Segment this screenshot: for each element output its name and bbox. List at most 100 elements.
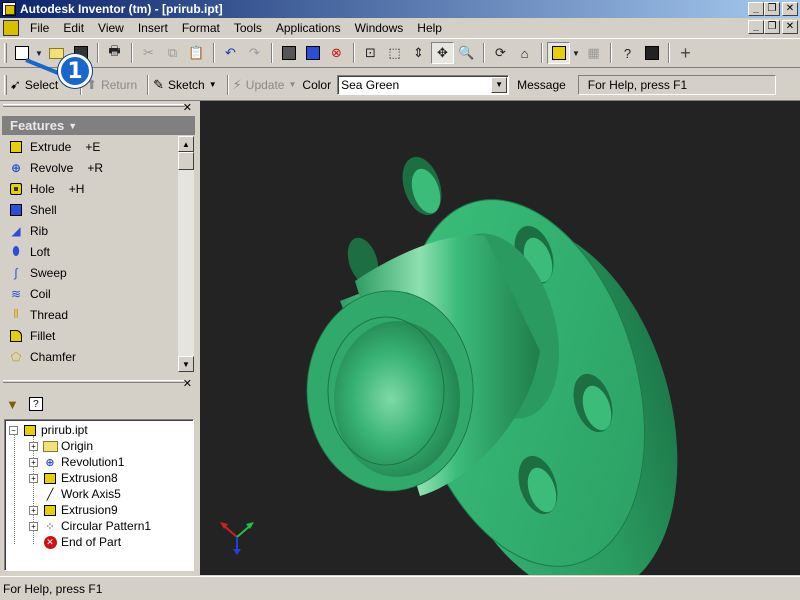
- panel-grip[interactable]: [3, 380, 185, 383]
- print-icon[interactable]: 🖶: [103, 42, 126, 64]
- camera-icon[interactable]: ▦: [582, 42, 605, 64]
- pan-icon[interactable]: ✥: [431, 42, 454, 64]
- feature-sweep[interactable]: ∫ Sweep: [2, 262, 178, 283]
- graphics-viewport[interactable]: [200, 101, 800, 575]
- expand-icon[interactable]: +: [29, 441, 38, 451]
- panel-grip[interactable]: [3, 104, 185, 107]
- look-at-icon[interactable]: ⌂: [513, 42, 536, 64]
- tree-node-work-axis5[interactable]: ╱ Work Axis5: [42, 486, 121, 502]
- tree-node-revolution1[interactable]: + ⊕ Revolution1: [29, 454, 124, 470]
- return-label: Return: [101, 77, 138, 92]
- chevron-down-icon[interactable]: ▼: [491, 76, 508, 93]
- feature-loft[interactable]: ⬮ Loft: [2, 241, 178, 262]
- minimize-icon[interactable]: _: [748, 2, 764, 16]
- toolbar-grip[interactable]: [4, 74, 7, 95]
- features-title: Features: [10, 118, 65, 133]
- chevron-down-icon[interactable]: ▼: [209, 80, 217, 89]
- toolbar-separator: [131, 43, 133, 63]
- features-header[interactable]: Features ▼: [2, 116, 195, 135]
- feature-shell[interactable]: Shell: [2, 199, 178, 220]
- expand-icon[interactable]: +: [29, 473, 38, 483]
- document-icon[interactable]: [3, 20, 19, 36]
- scroll-down-icon[interactable]: ▼: [178, 356, 194, 372]
- revolve-icon: ⊕: [45, 456, 55, 469]
- menu-edit[interactable]: Edit: [56, 21, 91, 35]
- coil-icon: ≋: [10, 286, 22, 301]
- cut-icon[interactable]: ✂: [137, 42, 160, 64]
- title-bar: Autodesk Inventor (tm) - [prirub.ipt] _ …: [0, 0, 800, 18]
- features-scrollbar[interactable]: ▲ ▼: [178, 136, 194, 372]
- restore-icon[interactable]: ❐: [764, 2, 780, 16]
- model-tree: − prirub.ipt + Origin + ⊕ Revolution1 + …: [4, 419, 194, 571]
- doc-close-icon[interactable]: ✕: [782, 20, 798, 34]
- scroll-up-icon[interactable]: ▲: [178, 136, 194, 152]
- tree-node-extrusion8[interactable]: + Extrusion8: [29, 470, 118, 486]
- display-dropdown-icon[interactable]: ▼: [571, 42, 581, 64]
- fillet-icon: [8, 328, 24, 344]
- menu-windows[interactable]: Windows: [348, 21, 411, 35]
- menu-view[interactable]: View: [91, 21, 131, 35]
- feature-chamfer[interactable]: ⬠ Chamfer: [2, 346, 178, 367]
- zoom-all-icon[interactable]: ⊡: [359, 42, 382, 64]
- feature-thread[interactable]: ⦀ Thread: [2, 304, 178, 325]
- scroll-thumb[interactable]: [178, 152, 194, 170]
- expand-icon[interactable]: +: [29, 457, 38, 467]
- browser-panel: ✕ ▼ ? − prirub.ipt + Origin + ⊕ Revoluti…: [0, 377, 198, 575]
- paste-icon[interactable]: 📋: [185, 42, 208, 64]
- feature-extrude[interactable]: Extrude +E: [2, 136, 178, 157]
- chevron-down-icon[interactable]: ▼: [288, 80, 296, 89]
- info-icon[interactable]: [640, 42, 663, 64]
- rotate-icon[interactable]: ⟳: [489, 42, 512, 64]
- return-button[interactable]: ⬆ Return: [86, 77, 137, 93]
- menu-applications[interactable]: Applications: [269, 21, 348, 35]
- feature-revolve[interactable]: ⊕ Revolve +R: [2, 157, 178, 178]
- collapse-icon[interactable]: −: [9, 425, 18, 435]
- add-icon[interactable]: +: [674, 42, 697, 64]
- zoom-icon[interactable]: ⇕: [407, 42, 430, 64]
- menu-format[interactable]: Format: [175, 21, 227, 35]
- toolbar-grip[interactable]: [4, 43, 7, 63]
- menu-bar: File Edit View Insert Format Tools Appli…: [0, 18, 800, 38]
- expand-icon[interactable]: +: [29, 505, 38, 515]
- feature-coil[interactable]: ≋ Coil: [2, 283, 178, 304]
- help-icon[interactable]: ?: [28, 397, 43, 411]
- update-button[interactable]: ⚡ Update ▼: [233, 77, 297, 93]
- feature-fillet[interactable]: Fillet: [2, 325, 178, 346]
- tree-node-end-of-part[interactable]: ✕ End of Part: [42, 534, 121, 550]
- feature-rib[interactable]: ◢ Rib: [2, 220, 178, 241]
- folder-icon: [42, 439, 58, 453]
- menu-help[interactable]: Help: [410, 21, 449, 35]
- tree-node-origin[interactable]: + Origin: [29, 438, 93, 454]
- status-bar: For Help, press F1: [0, 576, 800, 600]
- menu-tools[interactable]: Tools: [227, 21, 269, 35]
- toolbar-separator: [213, 43, 215, 63]
- undo-icon[interactable]: ↶: [219, 42, 242, 64]
- doc-minimize-icon[interactable]: _: [748, 20, 764, 34]
- help-icon[interactable]: ?: [616, 42, 639, 64]
- tree-node-circular-pattern1[interactable]: + ⁘ Circular Pattern1: [29, 518, 151, 534]
- stop-icon[interactable]: ⊗: [325, 42, 348, 64]
- copy-icon[interactable]: ⧉: [161, 42, 184, 64]
- close-icon[interactable]: ✕: [782, 2, 798, 16]
- expand-icon[interactable]: +: [29, 521, 38, 531]
- menu-insert[interactable]: Insert: [131, 21, 175, 35]
- zoom-selected-icon[interactable]: 🔍: [455, 42, 478, 64]
- feature-hole[interactable]: Hole +H: [2, 178, 178, 199]
- zoom-window-icon[interactable]: ⬚: [383, 42, 406, 64]
- tree-root[interactable]: − prirub.ipt: [9, 422, 88, 438]
- toolbar-separator: [541, 43, 543, 63]
- close-icon[interactable]: ✕: [183, 377, 192, 390]
- close-icon[interactable]: ✕: [183, 101, 192, 114]
- import-icon[interactable]: [301, 42, 324, 64]
- filter-icon[interactable]: ▼: [6, 397, 19, 412]
- redo-icon[interactable]: ↷: [243, 42, 266, 64]
- parameters-icon[interactable]: [277, 42, 300, 64]
- shaded-display-icon[interactable]: [547, 42, 570, 64]
- menu-file[interactable]: File: [23, 21, 56, 35]
- inventor-app-icon[interactable]: [2, 2, 16, 16]
- toolbar-separator: [226, 74, 229, 95]
- tree-node-extrusion9[interactable]: + Extrusion9: [29, 502, 118, 518]
- sketch-button[interactable]: ✎ Sketch ▼: [153, 77, 217, 93]
- color-combobox[interactable]: Sea Green ▼: [337, 74, 510, 95]
- doc-restore-icon[interactable]: ❐: [764, 20, 780, 34]
